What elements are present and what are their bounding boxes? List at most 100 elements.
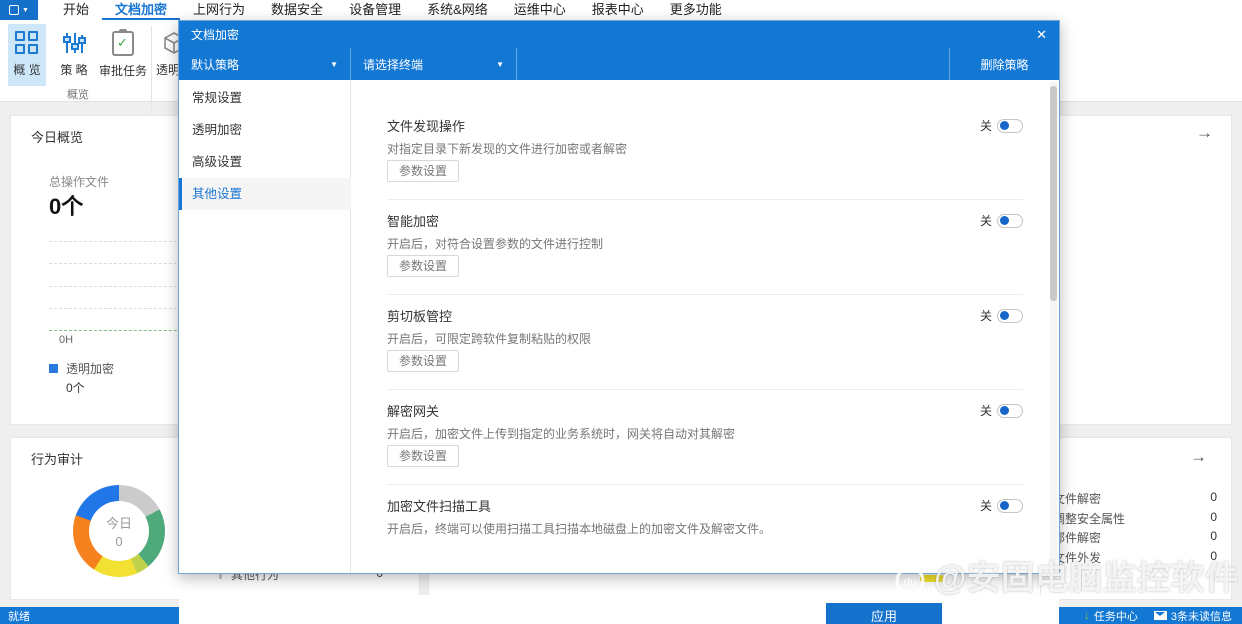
tab-start[interactable]: 开始 <box>50 0 102 20</box>
legend-value: 0个 <box>66 381 85 395</box>
scrollbar-track[interactable] <box>1050 82 1057 572</box>
app-logo-icon <box>9 5 20 15</box>
today-overview-title: 今日概览 <box>31 130 84 145</box>
tab-internet-behavior[interactable]: 上网行为 <box>180 0 258 20</box>
close-icon[interactable]: ✕ <box>1036 27 1047 43</box>
setting-row-scan-tool: 加密文件扫描工具 开启后，终端可以使用扫描工具扫描本地磁盘上的加密文件及解密文件… <box>351 491 1053 536</box>
dialog-body: 常规设置 透明加密 高级设置 其他设置 文件发现操作 对指定目录下新发现的文件进… <box>179 80 1059 624</box>
setting-row-smart-encryption: 智能加密 开启后，对符合设置参数的文件进行控制 参数设置 关 <box>351 206 1053 301</box>
approval-clipboard-icon: ✓ <box>112 29 134 56</box>
right-stats-card: → 文件解密 0 调整安全属性 0 邮件解密 0 文件外发 0 <box>1040 437 1232 600</box>
mail-icon <box>1153 611 1167 620</box>
dialog-nav: 常规设置 透明加密 高级设置 其他设置 <box>179 80 351 573</box>
sliders-icon <box>63 33 86 53</box>
tab-report-center[interactable]: 报表中心 <box>579 0 657 20</box>
stat-item-label: 文件外发 <box>1053 551 1102 565</box>
toggle-state-label: 关 <box>979 404 992 418</box>
arrow-right-icon[interactable]: → <box>1196 124 1213 141</box>
toggle-switch[interactable] <box>997 308 1023 323</box>
unread-messages-button[interactable]: 3条未读信息 <box>1153 608 1232 624</box>
param-settings-button[interactable]: 参数设置 <box>387 255 460 277</box>
apply-button[interactable]: 应用 <box>826 603 942 624</box>
list-item: 文件外发 0 <box>1053 547 1219 566</box>
tab-document-encryption[interactable]: 文档加密 <box>102 0 181 20</box>
chevron-down-icon: ▼ <box>496 59 504 69</box>
tab-data-security[interactable]: 数据安全 <box>258 0 336 20</box>
toggle-switch[interactable] <box>997 213 1023 228</box>
right-top-card: → <box>1040 115 1232 425</box>
stat-item-value: 0 <box>1210 549 1217 563</box>
dialog-titlebar: 文档加密 ✕ <box>179 21 1059 48</box>
param-settings-button[interactable]: 参数设置 <box>387 445 460 467</box>
ribbon-overview-button[interactable]: 概 览 <box>8 24 46 86</box>
tab-system-network[interactable]: 系统&网络 <box>414 0 501 20</box>
nav-item-transparent-encryption[interactable]: 透明加密 <box>179 114 351 146</box>
setting-title: 加密文件扫描工具 <box>387 499 492 514</box>
setting-description: 开启后，加密文件上传到指定的业务系统时，网关将自动对其解密 <box>387 427 736 441</box>
ribbon-group-divider <box>151 26 152 114</box>
setting-row-decryption-gateway: 解密网关 开启后，加密文件上传到指定的业务系统时，网关将自动对其解密 参数设置 … <box>351 396 1053 491</box>
donut-center: 今日 0 <box>89 501 149 561</box>
toggle-switch[interactable] <box>997 403 1023 418</box>
chevron-down-icon: ▼ <box>330 59 338 69</box>
nav-item-general-settings[interactable]: 常规设置 <box>179 82 351 114</box>
row-divider <box>387 389 1023 390</box>
x-axis-tick: 0H <box>59 334 74 346</box>
toggle-state-label: 关 <box>979 214 992 228</box>
setting-row-clipboard-control: 剪切板管控 开启后，可限定跨软件复制粘贴的权限 参数设置 关 <box>351 301 1053 396</box>
toggle-state-label: 关 <box>979 499 992 513</box>
setting-description: 对指定目录下新发现的文件进行加密或者解密 <box>387 142 628 156</box>
stat-item-value: 0 <box>1210 529 1217 543</box>
toggle-state-label: 关 <box>979 309 992 323</box>
dialog-toolbar: 默认策略 ▼ 请选择终端 ▼ 删除策略 <box>179 48 1059 80</box>
stat-item-label: 文件解密 <box>1053 492 1102 506</box>
document-encryption-dialog: 文档加密 ✕ 默认策略 ▼ 请选择终端 ▼ 删除策略 常规设置 透明加密 高级设… <box>178 20 1060 624</box>
nav-item-advanced-settings[interactable]: 高级设置 <box>179 146 351 178</box>
ribbon-overview-label: 概 览 <box>13 63 41 77</box>
stat-label: 总操作文件 <box>49 175 110 189</box>
terminal-dropdown-placeholder: 请选择终端 <box>363 57 424 72</box>
setting-row-file-discovery: 文件发现操作 对指定目录下新发现的文件进行加密或者解密 参数设置 关 <box>351 111 1053 206</box>
toggle-switch[interactable] <box>997 498 1023 513</box>
ribbon-approval-button[interactable]: ✓ 审批任务 <box>98 24 148 86</box>
main-menu-tabs: 开始 文档加密 上网行为 数据安全 设备管理 系统&网络 运维中心 报表中心 更… <box>50 0 735 20</box>
row-divider <box>387 199 1023 200</box>
delete-policy-button[interactable]: 删除策略 <box>949 48 1059 80</box>
terminal-dropdown[interactable]: 请选择终端 ▼ <box>351 48 517 80</box>
stat-value: 0个 <box>49 194 84 219</box>
policy-dropdown-value: 默认策略 <box>191 57 240 72</box>
ribbon-policy-button[interactable]: 策 略 <box>53 24 95 86</box>
status-right-group: ↓ 任务中心 3条未读信息 <box>1084 608 1232 624</box>
unread-messages-label: 3条未读信息 <box>1170 610 1232 623</box>
tab-more-functions[interactable]: 更多功能 <box>657 0 735 20</box>
param-settings-button[interactable]: 参数设置 <box>387 160 460 182</box>
dialog-footer: 应用 <box>179 595 1059 624</box>
nav-item-other-settings[interactable]: 其他设置 <box>179 178 351 210</box>
menu-bar: ▼ 开始 文档加密 上网行为 数据安全 设备管理 系统&网络 运维中心 报表中心… <box>0 0 1242 20</box>
scrollbar-thumb[interactable] <box>1050 86 1057 301</box>
settings-content: 文件发现操作 对指定目录下新发现的文件进行加密或者解密 参数设置 关 智能加密 … <box>351 80 1053 536</box>
task-center-button[interactable]: ↓ 任务中心 <box>1084 608 1138 624</box>
setting-title: 智能加密 <box>387 214 440 229</box>
legend-square-icon <box>49 364 58 373</box>
setting-title: 文件发现操作 <box>387 119 466 134</box>
tab-ops-center[interactable]: 运维中心 <box>501 0 579 20</box>
list-item: 文件解密 0 <box>1053 488 1219 507</box>
list-item: 调整安全属性 0 <box>1053 508 1219 527</box>
tab-device-management[interactable]: 设备管理 <box>336 0 414 20</box>
task-center-label: 任务中心 <box>1093 610 1138 623</box>
stat-item-value: 0 <box>1210 490 1217 504</box>
row-divider <box>387 294 1023 295</box>
app-menu-button[interactable]: ▼ <box>0 0 38 20</box>
dialog-title: 文档加密 <box>191 28 240 42</box>
policy-dropdown[interactable]: 默认策略 ▼ <box>179 48 351 80</box>
download-arrow-icon: ↓ <box>1083 608 1090 622</box>
status-ready-label: 就绪 <box>8 610 30 623</box>
row-divider <box>387 484 1023 485</box>
arrow-right-icon[interactable]: → <box>1190 448 1207 465</box>
ribbon-approval-label: 审批任务 <box>98 64 147 78</box>
toggle-switch[interactable] <box>997 118 1023 133</box>
stat-item-label: 调整安全属性 <box>1053 512 1126 526</box>
param-settings-button[interactable]: 参数设置 <box>387 350 460 372</box>
setting-title: 剪切板管控 <box>387 309 453 324</box>
